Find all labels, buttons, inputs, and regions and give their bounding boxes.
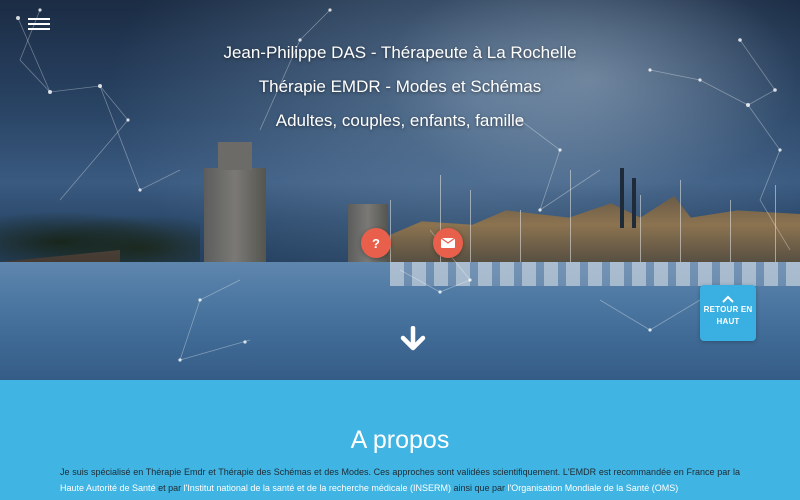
- hero-banner: Jean-Philippe DAS - Thérapeute à La Roch…: [0, 0, 800, 380]
- envelope-glyph: [441, 238, 455, 248]
- link-haute-autorite-sante[interactable]: Haute Autorité de Santé: [60, 483, 156, 493]
- hero-title-line-3: Adultes, couples, enfants, famille: [275, 111, 525, 130]
- about-text-2: et par: [155, 483, 184, 493]
- link-oms[interactable]: l'Organisation Mondiale de la Santé (OMS…: [508, 483, 679, 493]
- question-circle-icon[interactable]: ?: [361, 228, 391, 258]
- about-section: A propos Je suis spécialisé en Thérapie …: [0, 380, 800, 500]
- back-to-top-button[interactable]: RETOUR EN HAUT: [700, 285, 756, 341]
- saint-nicolas-tower: [204, 142, 266, 266]
- about-paragraph: Je suis spécialisé en Thérapie Emdr et T…: [60, 464, 740, 496]
- link-inserm[interactable]: l'Institut national de la santé et de la…: [184, 483, 451, 493]
- hero-title-line-1: Jean-Philippe DAS - Thérapeute à La Roch…: [223, 43, 577, 62]
- envelope-icon[interactable]: [433, 228, 463, 258]
- help-glyph: ?: [372, 235, 380, 251]
- chevron-up-icon: [722, 295, 734, 303]
- hamburger-menu-icon[interactable]: [28, 18, 50, 34]
- arrow-down-icon[interactable]: [400, 326, 426, 352]
- about-heading: A propos: [350, 426, 450, 454]
- hero-title-line-2: Thérapie EMDR - Modes et Schémas: [258, 77, 542, 96]
- moored-boats: [390, 262, 800, 286]
- about-text-3: ainsi que par: [450, 483, 508, 493]
- about-text-1: Je suis spécialisé en Thérapie Emdr et T…: [60, 467, 740, 477]
- back-to-top-label: RETOUR EN HAUT: [703, 305, 753, 326]
